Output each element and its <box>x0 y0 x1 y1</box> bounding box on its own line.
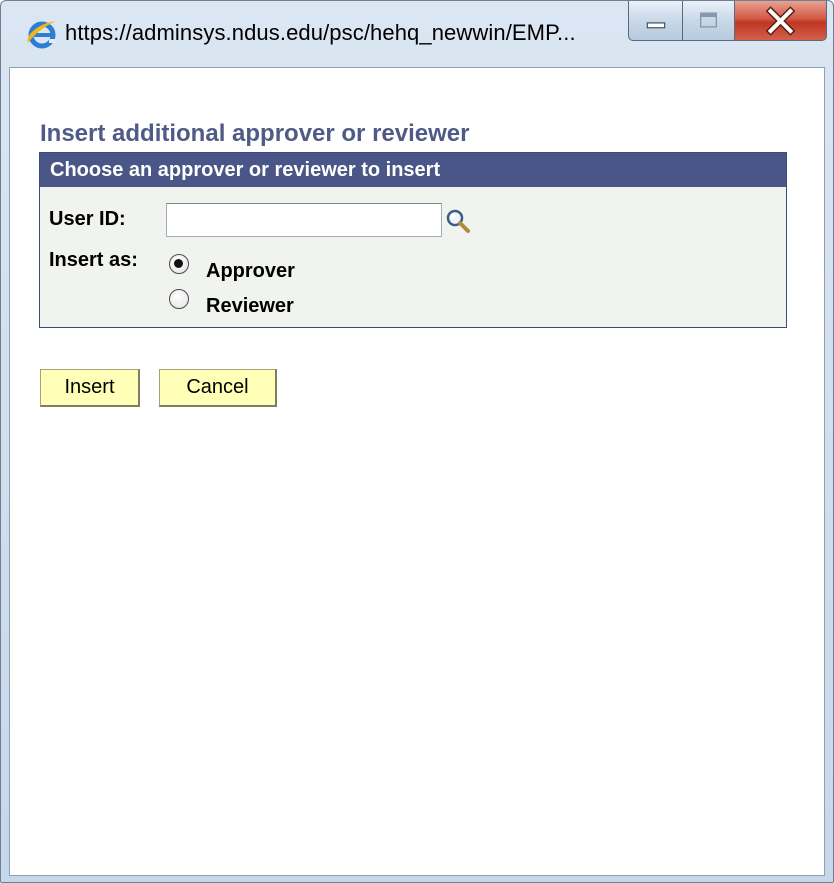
user-id-input[interactable] <box>166 203 442 237</box>
close-button[interactable] <box>735 1 827 41</box>
minimize-button[interactable] <box>628 1 683 41</box>
magnifying-glass-icon[interactable] <box>444 207 472 235</box>
approver-radio[interactable] <box>169 254 189 274</box>
close-icon <box>735 1 826 40</box>
maximize-icon <box>683 1 734 40</box>
cancel-button[interactable]: Cancel <box>159 369 277 407</box>
insert-button[interactable]: Insert <box>40 369 140 407</box>
reviewer-option-label[interactable]: Reviewer <box>206 295 294 318</box>
minimize-icon <box>629 1 682 40</box>
panel-header: Choose an approver or reviewer to insert <box>40 153 786 187</box>
approver-panel: Choose an approver or reviewer to insert… <box>39 152 787 328</box>
title-bar[interactable]: https://adminsys.ndus.edu/psc/hehq_newwi… <box>1 1 833 67</box>
ie-icon <box>27 21 56 49</box>
browser-popup-window: https://adminsys.ndus.edu/psc/hehq_newwi… <box>0 0 834 883</box>
page-content: Insert additional approver or reviewer C… <box>9 67 825 876</box>
radio-selected-dot <box>174 259 183 268</box>
user-id-label: User ID: <box>49 208 126 230</box>
insert-as-label: Insert as: <box>49 249 138 271</box>
approver-option-label[interactable]: Approver <box>206 260 295 283</box>
page-title: Insert additional approver or reviewer <box>40 120 470 147</box>
maximize-button[interactable] <box>683 1 735 41</box>
reviewer-radio[interactable] <box>169 289 189 309</box>
window-title: https://adminsys.ndus.edu/psc/hehq_newwi… <box>65 20 576 45</box>
